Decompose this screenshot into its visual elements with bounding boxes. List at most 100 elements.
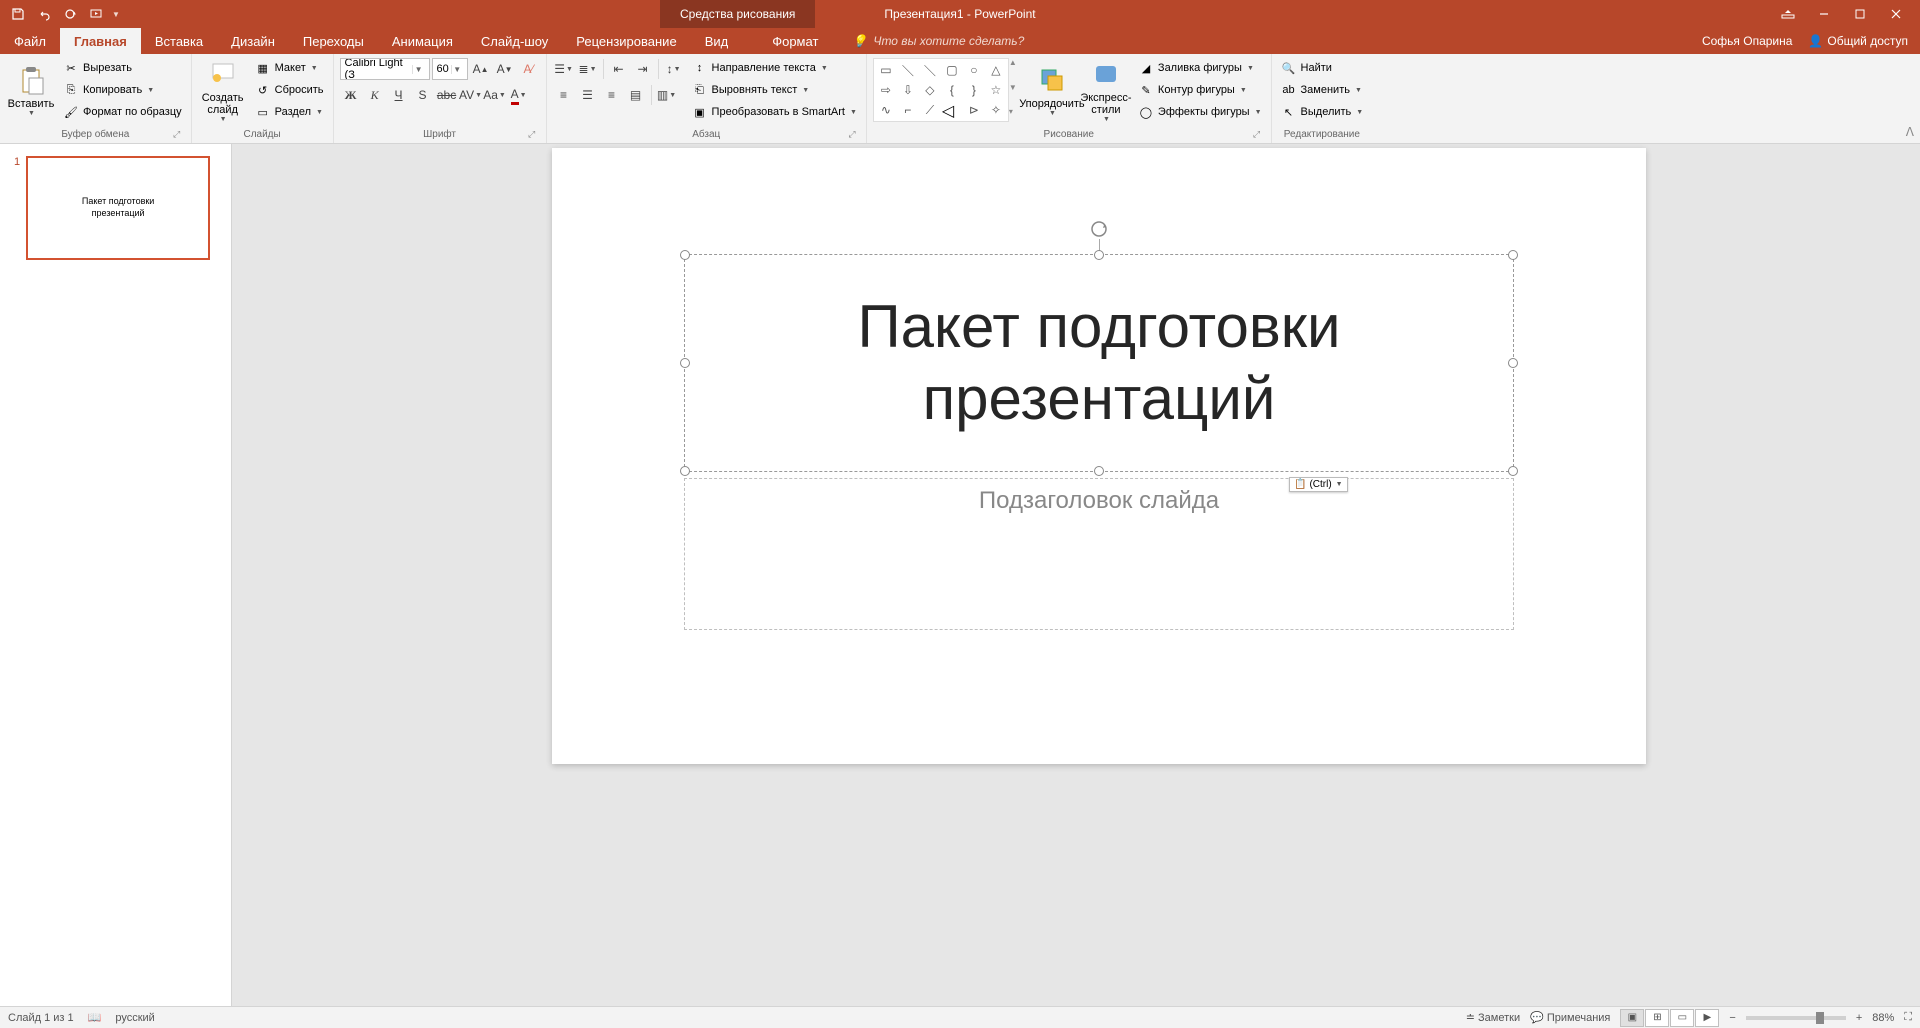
- grow-font-icon[interactable]: A▲: [470, 58, 492, 80]
- drawing-launcher-icon[interactable]: ⤢: [1251, 129, 1263, 141]
- text-direction-button[interactable]: ↕Направление текста▼: [689, 58, 860, 78]
- decrease-indent-icon[interactable]: ⇤: [608, 58, 630, 80]
- new-slide-button[interactable]: Создать слайд ▼: [198, 58, 248, 124]
- shape-rect-icon[interactable]: ▭: [876, 61, 896, 79]
- line-spacing-button[interactable]: ↕▼: [663, 58, 685, 80]
- shape-bracket-icon[interactable]: {: [942, 81, 962, 99]
- shape-connector-icon[interactable]: ⌐: [898, 101, 918, 119]
- shape-rect2-icon[interactable]: ▢: [942, 61, 962, 79]
- align-text-button[interactable]: ⎗Выровнять текст▼: [689, 80, 860, 100]
- shape-action2-icon[interactable]: ⊳: [964, 101, 984, 119]
- fit-to-window-icon[interactable]: ⛶: [1904, 1011, 1912, 1024]
- shape-callout-icon[interactable]: ◇: [920, 81, 940, 99]
- shape-bracket2-icon[interactable]: }: [964, 81, 984, 99]
- title-textbox[interactable]: Пакет подготовки презентаций: [684, 254, 1514, 472]
- slide-title[interactable]: Пакет подготовки презентаций: [685, 291, 1513, 435]
- smartart-button[interactable]: ▣Преобразовать в SmartArt▼: [689, 102, 860, 122]
- font-color-button[interactable]: A▼: [508, 84, 530, 106]
- columns-button[interactable]: ▥▼: [656, 84, 678, 106]
- clipboard-launcher-icon[interactable]: ⤢: [171, 129, 183, 141]
- user-name[interactable]: Софья Опарина: [1702, 34, 1792, 48]
- shapes-gallery[interactable]: ▭ ＼ ＼ ▢ ○ △ ⇨ ⇩ ◇ { } ☆ ∿ ⌐ ⟋ ◁ ⊳: [873, 58, 1009, 122]
- tab-view[interactable]: Вид: [691, 28, 743, 54]
- zoom-in-icon[interactable]: +: [1856, 1012, 1862, 1024]
- ribbon-options-icon[interactable]: [1772, 2, 1804, 26]
- shrink-font-icon[interactable]: A▼: [494, 58, 516, 80]
- slide-subtitle[interactable]: Подзаголовок слайда: [685, 487, 1513, 515]
- comments-button[interactable]: 💬 Примечания: [1530, 1011, 1610, 1024]
- zoom-level[interactable]: 88%: [1872, 1012, 1894, 1024]
- increase-indent-icon[interactable]: ⇥: [632, 58, 654, 80]
- numbering-button[interactable]: ≣▼: [577, 58, 599, 80]
- underline-button[interactable]: Ч: [388, 84, 410, 106]
- slide-thumbnail-1[interactable]: Пакет подготовки презентаций: [26, 156, 210, 260]
- bold-button[interactable]: Ж: [340, 84, 362, 106]
- resize-handle[interactable]: [1094, 466, 1104, 476]
- find-button[interactable]: 🔍Найти: [1278, 58, 1367, 78]
- shape-speech-icon[interactable]: ✧: [986, 101, 1006, 119]
- resize-handle[interactable]: [1508, 466, 1518, 476]
- collapse-ribbon-icon[interactable]: ᐱ: [1906, 125, 1914, 139]
- replace-button[interactable]: abЗаменить▼: [1278, 80, 1367, 100]
- font-launcher-icon[interactable]: ⤢: [526, 129, 538, 141]
- shape-oval-icon[interactable]: ○: [964, 61, 984, 79]
- close-icon[interactable]: [1880, 2, 1912, 26]
- subtitle-textbox[interactable]: Подзаголовок слайда: [684, 478, 1514, 630]
- tab-design[interactable]: Дизайн: [217, 28, 289, 54]
- clear-formatting-icon[interactable]: A⁄: [518, 58, 540, 80]
- spellcheck-icon[interactable]: 📖: [88, 1011, 102, 1024]
- tell-me-search[interactable]: 💡 Что вы хотите сделать?: [832, 28, 1024, 54]
- resize-handle[interactable]: [1508, 358, 1518, 368]
- save-icon[interactable]: [6, 2, 30, 26]
- shape-freeform-icon[interactable]: ⟋: [920, 101, 940, 119]
- start-from-beginning-icon[interactable]: [84, 2, 108, 26]
- gallery-up-icon[interactable]: ▲: [1009, 58, 1023, 67]
- resize-handle[interactable]: [680, 358, 690, 368]
- shape-line-icon[interactable]: ＼: [898, 61, 918, 79]
- section-button[interactable]: ▭Раздел▼: [252, 102, 327, 122]
- resize-handle[interactable]: [1508, 250, 1518, 260]
- slide-editor[interactable]: Пакет подготовки презентаций Подзаголово…: [232, 144, 1920, 1006]
- align-center-icon[interactable]: ☰: [577, 84, 599, 106]
- shape-curve-icon[interactable]: ∿: [876, 101, 896, 119]
- shadow-button[interactable]: S: [412, 84, 434, 106]
- char-spacing-button[interactable]: AV▼: [460, 84, 482, 106]
- paragraph-launcher-icon[interactable]: ⤢: [846, 129, 858, 141]
- normal-view-icon[interactable]: ▣: [1620, 1009, 1644, 1027]
- cut-button[interactable]: ✂Вырезать: [60, 58, 185, 78]
- tab-review[interactable]: Рецензирование: [562, 28, 690, 54]
- quick-styles-button[interactable]: Экспресс-стили▼: [1081, 58, 1131, 124]
- layout-button[interactable]: ▦Макет▼: [252, 58, 327, 78]
- select-button[interactable]: ↖Выделить▼: [1278, 102, 1367, 122]
- format-painter-button[interactable]: 🖌Формат по образцу: [60, 102, 185, 122]
- italic-button[interactable]: К: [364, 84, 386, 106]
- tab-file[interactable]: Файл: [0, 28, 60, 54]
- slide-counter[interactable]: Слайд 1 из 1: [8, 1012, 74, 1024]
- qat-customize-icon[interactable]: ▼: [112, 10, 120, 19]
- shape-star-icon[interactable]: ☆: [986, 81, 1006, 99]
- minimize-icon[interactable]: [1808, 2, 1840, 26]
- maximize-icon[interactable]: [1844, 2, 1876, 26]
- paste-options-smarttag[interactable]: 📋 (Ctrl) ▼: [1289, 477, 1348, 492]
- strike-button[interactable]: abc: [436, 84, 458, 106]
- tab-transitions[interactable]: Переходы: [289, 28, 378, 54]
- tab-animations[interactable]: Анимация: [378, 28, 467, 54]
- tab-slideshow[interactable]: Слайд-шоу: [467, 28, 562, 54]
- sorter-view-icon[interactable]: ⊞: [1645, 1009, 1669, 1027]
- zoom-out-icon[interactable]: −: [1729, 1012, 1735, 1024]
- change-case-button[interactable]: Aa▼: [484, 84, 506, 106]
- zoom-slider[interactable]: [1746, 1016, 1846, 1020]
- undo-icon[interactable]: [32, 2, 56, 26]
- resize-handle[interactable]: [1094, 250, 1104, 260]
- reading-view-icon[interactable]: ▭: [1670, 1009, 1694, 1027]
- font-name-combo[interactable]: Calibri Light (З▼: [340, 58, 430, 80]
- shape-arrow-d-icon[interactable]: ⇩: [898, 81, 918, 99]
- bullets-button[interactable]: ☰▼: [553, 58, 575, 80]
- reset-button[interactable]: ↺Сбросить: [252, 80, 327, 100]
- shape-fill-button[interactable]: ◢Заливка фигуры▼: [1135, 58, 1265, 78]
- gallery-down-icon[interactable]: ▼: [1009, 83, 1023, 92]
- shape-triangle-icon[interactable]: △: [986, 61, 1006, 79]
- shape-action1-icon[interactable]: ◁: [942, 101, 962, 119]
- tab-insert[interactable]: Вставка: [141, 28, 217, 54]
- align-left-icon[interactable]: ≡: [553, 84, 575, 106]
